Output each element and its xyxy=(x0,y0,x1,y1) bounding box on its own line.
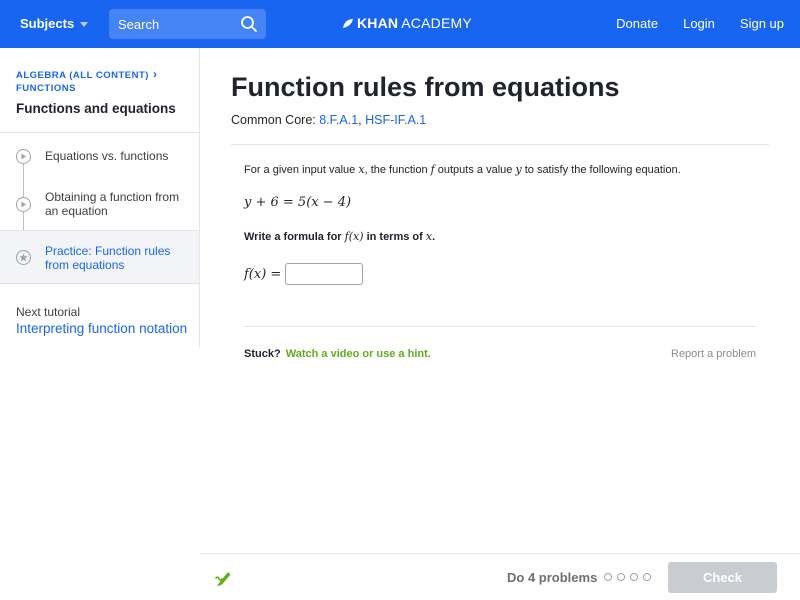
standard-link-hsf-ifa1[interactable]: HSF-IF.A.1 xyxy=(365,113,426,127)
breadcrumb-functions-link[interactable]: FUNCTIONS xyxy=(16,82,157,95)
prompt-text: For a given input value xyxy=(244,164,359,176)
stuck-hint-row: Stuck? Watch a video or use a hint. xyxy=(244,348,431,360)
play-icon xyxy=(16,149,31,164)
play-icon xyxy=(16,197,31,212)
next-tutorial-link[interactable]: Interpreting function notation xyxy=(16,321,191,336)
instruction-text: Write a formula for xyxy=(244,231,345,243)
top-navbar: Subjects KHANACADEMY Donate Login Sign u… xyxy=(0,0,800,48)
logo-khan-text: KHAN xyxy=(357,15,399,31)
common-core-standards: Common Core: 8.F.A.1, HSF-IF.A.1 xyxy=(231,113,426,127)
sidebar-divider xyxy=(199,48,200,348)
progress-dot xyxy=(604,573,612,581)
sidebar-divider-line xyxy=(0,283,199,284)
sidebar-item-obtaining-function[interactable]: Obtaining a function from an equation xyxy=(0,181,199,230)
prompt-text: to satisfy the following equation. xyxy=(521,164,681,176)
answer-input[interactable] xyxy=(285,263,364,285)
prompt-text: , the function xyxy=(364,164,431,176)
content-divider xyxy=(231,144,769,145)
progress-dot xyxy=(630,573,638,581)
math-fx: f(x) xyxy=(344,230,364,243)
answer-label: f(x) = xyxy=(244,266,282,282)
caret-down-icon xyxy=(80,22,89,27)
search-box[interactable] xyxy=(109,9,266,39)
watch-video-hint-link[interactable]: Watch a video or use a hint. xyxy=(286,348,431,360)
answer-row: f(x) = xyxy=(244,263,364,285)
problem-equation: y + 6 = 5(x − 4) xyxy=(244,195,352,210)
standard-link-8fa1[interactable]: 8.F.A.1 xyxy=(319,113,358,127)
content-divider xyxy=(244,326,756,327)
search-input[interactable] xyxy=(109,9,234,39)
common-core-label: Common Core: xyxy=(231,113,320,127)
nav-right-links: Donate Login Sign up xyxy=(616,16,784,31)
tutorial-title: Functions and equations xyxy=(16,101,176,116)
subjects-menu-button[interactable]: Subjects xyxy=(20,16,89,31)
sidebar-item-label: Equations vs. functions xyxy=(45,149,169,163)
progress-dots xyxy=(604,573,651,581)
khan-academy-logo[interactable]: KHAN ACADEMY xyxy=(342,15,472,31)
instruction-text: . xyxy=(432,231,436,243)
donate-link[interactable]: Donate xyxy=(616,16,658,31)
instruction-text: in terms of xyxy=(363,231,426,243)
sidebar-item-label: Practice: Function rules from equations xyxy=(45,244,171,272)
exercise-footer: Do 4 problems Check xyxy=(200,553,800,600)
scratchpad-pencil-icon[interactable] xyxy=(214,568,234,588)
search-icon[interactable] xyxy=(240,15,258,33)
page-title: Function rules from equations xyxy=(231,72,620,102)
report-problem-link[interactable]: Report a problem xyxy=(671,348,756,360)
stuck-label: Stuck? xyxy=(244,348,281,360)
login-link[interactable]: Login xyxy=(683,16,715,31)
next-tutorial-label: Next tutorial xyxy=(16,305,81,319)
star-icon xyxy=(16,250,31,265)
problem-instruction: Write a formula for f(x) in terms of x. xyxy=(244,230,435,243)
leaf-icon xyxy=(343,18,353,28)
subjects-label: Subjects xyxy=(20,16,75,31)
signup-link[interactable]: Sign up xyxy=(740,16,784,31)
progress-dot xyxy=(617,573,625,581)
do-problems-label: Do 4 problems xyxy=(507,570,598,585)
problem-prompt: For a given input value x, the function … xyxy=(244,163,681,176)
sidebar-item-practice[interactable]: Practice: Function rules from equations xyxy=(0,231,199,283)
prompt-text: outputs a value xyxy=(434,164,516,176)
progress-dot xyxy=(643,573,651,581)
sidebar-item-label: Obtaining a function from an equation xyxy=(45,190,180,218)
breadcrumb-algebra-link[interactable]: ALGEBRA (ALL CONTENT) xyxy=(16,70,149,81)
logo-academy-text: ACADEMY xyxy=(401,15,472,31)
check-button[interactable]: Check xyxy=(668,562,777,593)
chevron-right-icon: › xyxy=(152,67,158,81)
sidebar-item-equations-vs-functions[interactable]: Equations vs. functions xyxy=(0,133,199,181)
breadcrumb: ALGEBRA (ALL CONTENT) › FUNCTIONS xyxy=(16,68,157,95)
